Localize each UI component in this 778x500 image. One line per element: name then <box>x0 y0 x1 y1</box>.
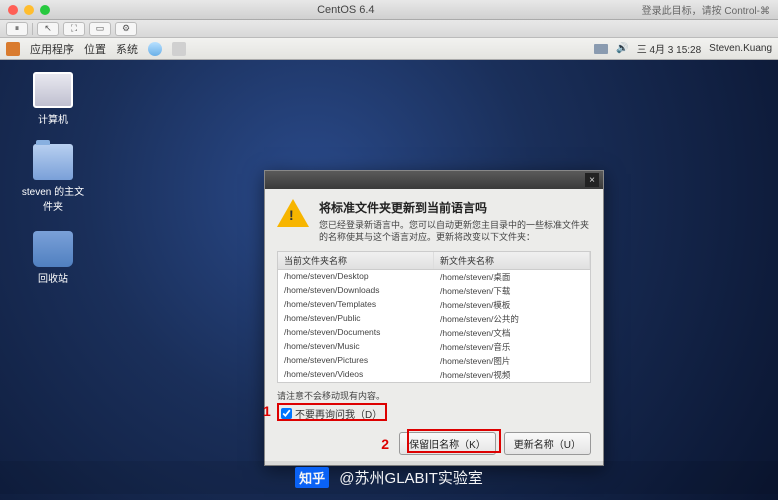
desktop-icon-label: 回收站 <box>18 270 88 285</box>
gnome-foot-icon[interactable] <box>6 42 20 56</box>
table-row: /home/steven/Desktop/home/steven/桌面 <box>278 270 590 284</box>
close-icon[interactable]: × <box>585 173 599 187</box>
cell-current: /home/steven/Desktop <box>278 270 434 284</box>
cell-new: /home/steven/桌面 <box>434 270 590 284</box>
table-row: /home/steven/Public/home/steven/公共的 <box>278 312 590 326</box>
col-current: 当前文件夹名称 <box>278 252 434 269</box>
network-icon[interactable] <box>594 44 608 54</box>
dont-ask-checkbox[interactable] <box>281 408 292 419</box>
dialog-message: 您已经登录新语言中。您可以自动更新您主目录中的一些标准文件夹的名称使其与这个语言… <box>319 220 591 243</box>
vnc-hint: 登录此目标，请按 Control-⌘ <box>642 2 770 17</box>
dont-ask-label: 不要再询问我（D） <box>295 406 382 421</box>
cell-new: /home/steven/音乐 <box>434 340 590 354</box>
mac-titlebar: CentOS 6.4 登录此目标，请按 Control-⌘ <box>0 0 778 20</box>
keep-old-names-button[interactable]: 保留旧名称（K） <box>399 432 496 455</box>
folder-mapping-table: 当前文件夹名称 新文件夹名称 /home/steven/Desktop/home… <box>277 251 591 383</box>
table-row: /home/steven/Videos/home/steven/视频 <box>278 368 590 382</box>
toolbar-arrow-icon[interactable]: ↖ <box>37 22 59 36</box>
cell-current: /home/steven/Public <box>278 312 434 326</box>
vnc-toolbar: ⏸ ↖ ⛶ ▭ ⚙ <box>0 20 778 38</box>
watermark: 知乎 @苏州GLABIT实验室 <box>0 461 778 494</box>
annotation-marker-2: 2 <box>381 436 389 452</box>
close-window-button[interactable] <box>8 5 18 15</box>
warning-icon <box>277 199 309 227</box>
menu-places[interactable]: 位置 <box>84 41 106 57</box>
sound-icon[interactable]: 🔊 <box>616 43 628 54</box>
cell-current: /home/steven/Downloads <box>278 284 434 298</box>
gnome-top-panel: 应用程序 位置 系统 🔊 三 4月 3 15:28 Steven.Kuang <box>0 38 778 60</box>
desktop-icon-home[interactable]: steven 的主文件夹 <box>18 144 88 213</box>
computer-icon <box>33 72 73 108</box>
watermark-text: @苏州GLABIT实验室 <box>339 470 483 487</box>
cell-new: /home/steven/模板 <box>434 298 590 312</box>
panel-clock[interactable]: 三 4月 3 15:28 <box>637 41 701 56</box>
desktop-icon-trash[interactable]: 回收站 <box>18 231 88 285</box>
cell-current: /home/steven/Templates <box>278 298 434 312</box>
folder-icon <box>33 144 73 180</box>
toolbar-pause-icon[interactable]: ⏸ <box>6 22 28 36</box>
cell-new: /home/steven/图片 <box>434 354 590 368</box>
desktop-area[interactable]: 计算机 steven 的主文件夹 回收站 × 将标准文件夹更新到当前语言吗 您已… <box>0 60 778 500</box>
cell-current: /home/steven/Documents <box>278 326 434 340</box>
table-row: /home/steven/Pictures/home/steven/图片 <box>278 354 590 368</box>
desktop-icon-label: steven 的主文件夹 <box>18 183 88 213</box>
cell-new: /home/steven/视频 <box>434 368 590 382</box>
cell-current: /home/steven/Videos <box>278 368 434 382</box>
cell-current: /home/steven/Music <box>278 340 434 354</box>
table-row: /home/steven/Documents/home/steven/文档 <box>278 326 590 340</box>
toolbar-fit-icon[interactable]: ▭ <box>89 22 111 36</box>
table-row: /home/steven/Templates/home/steven/模板 <box>278 298 590 312</box>
dialog-note: 请注意不会移动现有内容。 <box>277 389 591 402</box>
table-row: /home/steven/Music/home/steven/音乐 <box>278 340 590 354</box>
desktop-icon-computer[interactable]: 计算机 <box>18 72 88 126</box>
trash-icon <box>33 231 73 267</box>
cell-current: /home/steven/Pictures <box>278 354 434 368</box>
annotation-marker-1: 1 <box>263 403 271 419</box>
launcher-icon-2[interactable] <box>172 42 186 56</box>
toolbar-fullscreen-icon[interactable]: ⛶ <box>63 22 85 36</box>
panel-user[interactable]: Steven.Kuang <box>709 43 772 54</box>
toolbar-settings-icon[interactable]: ⚙ <box>115 22 137 36</box>
cell-new: /home/steven/文档 <box>434 326 590 340</box>
menu-applications[interactable]: 应用程序 <box>30 41 74 57</box>
dialog-heading: 将标准文件夹更新到当前语言吗 <box>319 199 591 216</box>
zoom-window-button[interactable] <box>40 5 50 15</box>
rename-folders-dialog: × 将标准文件夹更新到当前语言吗 您已经登录新语言中。您可以自动更新您主目录中的… <box>264 170 604 466</box>
window-title: CentOS 6.4 <box>50 4 642 16</box>
minimize-window-button[interactable] <box>24 5 34 15</box>
zhihu-logo: 知乎 <box>295 467 329 488</box>
desktop-icon-label: 计算机 <box>18 111 88 126</box>
cell-new: /home/steven/公共的 <box>434 312 590 326</box>
launcher-icon[interactable] <box>148 42 162 56</box>
col-new: 新文件夹名称 <box>434 252 590 269</box>
table-row: /home/steven/Downloads/home/steven/下载 <box>278 284 590 298</box>
menu-system[interactable]: 系统 <box>116 41 138 57</box>
dialog-titlebar[interactable]: × <box>265 171 603 189</box>
update-names-button[interactable]: 更新名称（U） <box>504 432 591 455</box>
cell-new: /home/steven/下载 <box>434 284 590 298</box>
